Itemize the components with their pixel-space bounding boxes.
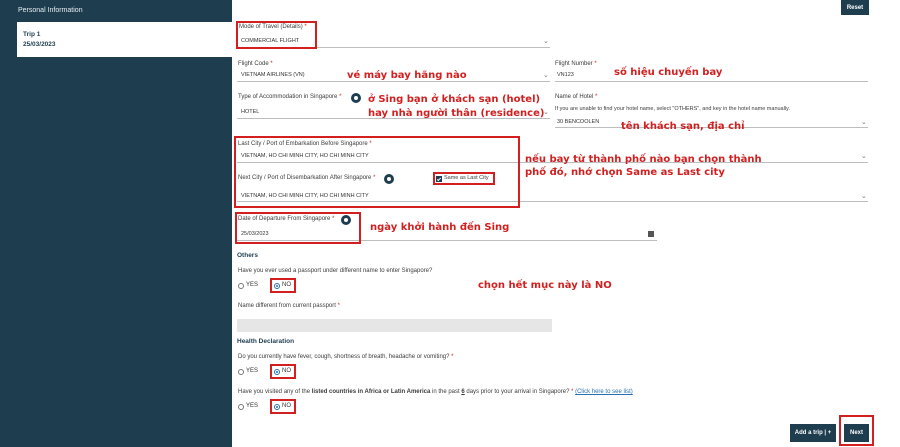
highlight-box-symptoms-no [270,364,296,379]
different-name-label: Name different from current passport * [238,303,340,309]
chevron-down-icon[interactable]: ⌄ [543,38,549,45]
different-name-input[interactable] [237,319,552,332]
passport-question: Have you ever used a passport under diff… [238,268,433,274]
symptoms-yes-label: YES [246,368,259,374]
flight-number-underline [555,81,868,82]
flight-number-label: Flight Number * [555,61,597,67]
highlight-box-mode [236,21,317,49]
trip-label: Trip 1 [23,31,41,38]
highlight-box-passport-no [270,278,296,293]
annotation-city-2: phố đó, nhớ chọn Same as Last city [525,167,725,178]
annotation-flight-code: vé máy bay hãng nào [347,70,467,81]
annotation-city-1: nếu bay từ thành phố nào bạn chọn thành [525,154,762,165]
highlight-box-visited-no [270,399,296,414]
hotel-name-help: If you are unable to find your hotel nam… [555,106,790,112]
visited-yes-radio[interactable] [238,404,244,410]
info-icon[interactable] [351,93,361,103]
annotation-others: chọn hết mục này là NO [478,280,612,291]
annotation-accommodation-2: hay nhà người thân (residence) [368,108,545,119]
hotel-name-select[interactable]: 30 BENCOOLEN [557,119,599,125]
flight-number-input[interactable]: VN123 [557,72,574,78]
others-section-title: Others [237,252,258,259]
see-list-link[interactable]: (Click here to see list) [575,389,633,395]
flight-code-label: Flight Code * [238,61,273,67]
flight-code-underline [237,81,550,82]
passport-yes-label: YES [246,282,259,288]
trip-date: 25/03/2023 [23,41,56,48]
chevron-down-icon[interactable]: ⌄ [543,72,549,79]
symptoms-yes-radio[interactable] [238,369,244,375]
visited-yes-label: YES [246,403,259,409]
chevron-down-icon[interactable]: ⌄ [861,193,867,200]
calendar-icon[interactable] [648,231,654,237]
hotel-name-label: Name of Hotel * [555,94,598,100]
highlight-box-next [839,415,874,446]
health-section-title: Health Declaration [237,338,295,345]
chevron-down-icon[interactable]: ⌄ [861,119,867,126]
sidebar: Personal Information Trip 1 25/03/2023 [0,0,232,447]
reset-button[interactable]: Reset [841,0,869,15]
annotation-accommodation-1: ở Sing bạn ở khách sạn (hotel) [368,94,541,105]
annotation-flight-number: số hiệu chuyến bay [614,67,723,78]
sidebar-header: Personal Information [18,7,83,14]
visited-question: Have you visited any of the listed count… [238,389,633,395]
passport-yes-radio[interactable] [238,283,244,289]
accommodation-select[interactable]: HOTEL [241,109,259,115]
add-trip-button[interactable]: Add a trip | + [790,424,836,442]
accommodation-label: Type of Accommodation in Singapore * [238,94,342,100]
annotation-hotel: tên khách sạn, địa chỉ [621,121,745,132]
flight-code-select[interactable]: VIETNAM AIRLINES (VN) [241,72,305,78]
sidebar-item-trip-1[interactable]: Trip 1 25/03/2023 [15,22,232,57]
highlight-box-cities [234,136,520,208]
annotation-departure: ngày khởi hành đến Sing [370,222,510,233]
app-root: Personal Information Trip 1 25/03/2023 R… [0,0,900,447]
chevron-down-icon[interactable]: ⌄ [861,153,867,160]
symptoms-question: Do you currently have fever, cough, shor… [238,354,454,360]
highlight-box-departure [235,212,361,244]
